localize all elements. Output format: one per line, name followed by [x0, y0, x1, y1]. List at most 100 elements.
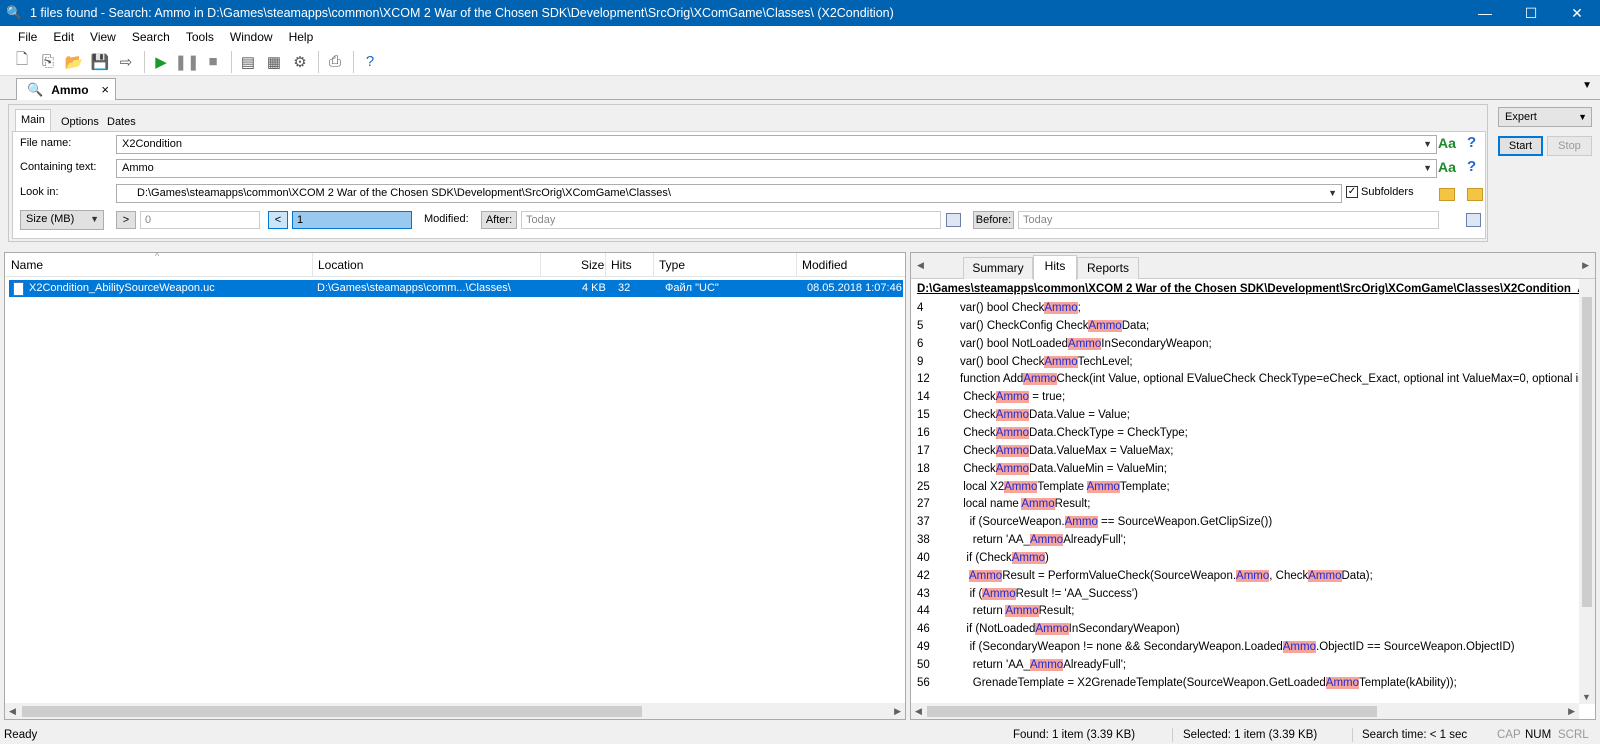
after-button[interactable]: After: [481, 211, 517, 229]
hit-line[interactable]: 49 if (SecondaryWeapon != none && Second… [911, 639, 1579, 657]
print-icon[interactable]: ⎙ [323, 50, 347, 74]
chevron-down-icon[interactable]: ▼ [90, 211, 99, 228]
help-icon[interactable]: ? [1467, 134, 1476, 151]
maximize-button[interactable]: ☐ [1508, 0, 1554, 26]
tab-summary[interactable]: Summary [963, 257, 1033, 279]
options-icon[interactable]: ⚙ [288, 50, 312, 74]
case-sensitive-icon[interactable]: Aa [1438, 135, 1456, 151]
stop-icon[interactable]: ■ [201, 50, 225, 74]
column-divider[interactable] [540, 253, 541, 277]
hit-line[interactable]: 6 var() bool NotLoadedAmmoInSecondaryWeap… [911, 336, 1579, 354]
scroll-left-icon[interactable]: ◀ [915, 706, 922, 717]
column-divider[interactable] [653, 253, 654, 277]
export-icon[interactable]: ⇨ [114, 50, 138, 74]
save-icon[interactable]: 💾 [88, 50, 112, 74]
minimize-button[interactable]: — [1462, 0, 1508, 26]
less-than-button[interactable]: < [268, 211, 288, 229]
menu-tools[interactable]: Tools [178, 30, 222, 44]
case-sensitive-icon[interactable]: Aa [1438, 159, 1456, 175]
scroll-thumb[interactable] [22, 706, 642, 717]
hit-line[interactable]: 43 if (AmmoResult != 'AA_Success') [911, 586, 1579, 604]
close-tab-icon[interactable]: × [101, 82, 109, 97]
menu-edit[interactable]: Edit [45, 30, 82, 44]
hit-line[interactable]: 42 AmmoResult = PerformValueCheck(Source… [911, 568, 1579, 586]
tabs-dropdown-icon[interactable]: ▼ [1582, 80, 1592, 91]
after-date-input[interactable]: Today [521, 211, 941, 229]
menu-search[interactable]: Search [124, 30, 178, 44]
menu-help[interactable]: Help [281, 30, 322, 44]
column-type[interactable]: Type [659, 258, 685, 272]
table-row[interactable]: X2Condition_AbilitySourceWeapon.uc D:\Ga… [9, 280, 903, 297]
column-modified[interactable]: Modified [802, 258, 847, 272]
menu-file[interactable]: File [10, 30, 45, 44]
column-divider[interactable] [796, 253, 797, 277]
pause-icon[interactable]: ❚❚ [174, 50, 199, 74]
chevron-down-icon[interactable]: ▼ [1423, 160, 1432, 177]
hit-line[interactable]: 5 var() CheckConfig CheckAmmoData; [911, 318, 1579, 336]
hit-line[interactable]: 44 return AmmoResult; [911, 603, 1579, 621]
subfolders-checkbox[interactable]: ✓ Subfolders [1346, 186, 1414, 198]
hit-line[interactable]: 16 CheckAmmoData.CheckType = CheckType; [911, 425, 1579, 443]
tab-reports[interactable]: Reports [1077, 257, 1139, 279]
calendar-icon[interactable] [1466, 213, 1481, 227]
calendar-icon[interactable] [946, 213, 961, 227]
new-search-icon[interactable]: 🗋 [10, 50, 34, 74]
browse-folder-icon[interactable] [1439, 188, 1455, 201]
containing-text-combo[interactable]: Ammo ▼ [116, 159, 1437, 178]
column-hits[interactable]: Hits [611, 258, 632, 272]
scroll-right-icon[interactable]: ▶ [894, 706, 901, 717]
look-in-combo[interactable]: D:\Games\steamapps\common\XCOM 2 War of … [116, 184, 1342, 203]
layout-icon[interactable]: ▤ [236, 50, 260, 74]
hit-line[interactable]: 14 CheckAmmo = true; [911, 389, 1579, 407]
start-button[interactable]: Start [1498, 136, 1543, 156]
size-min-input[interactable]: 0 [140, 211, 260, 229]
hit-line[interactable]: 38 return 'AA_AmmoAlreadyFull'; [911, 532, 1579, 550]
help-icon[interactable]: ? [1467, 158, 1476, 175]
file-path-link[interactable]: D:\Games\steamapps\common\XCOM 2 War of … [917, 283, 1587, 295]
chevron-down-icon[interactable]: ▼ [1423, 136, 1432, 153]
size-unit-select[interactable]: Size (MB) ▼ [20, 210, 104, 230]
column-divider[interactable] [605, 253, 606, 277]
chevron-down-icon[interactable]: ▼ [1578, 108, 1587, 126]
horizontal-scrollbar[interactable]: ◀ ▶ [911, 703, 1579, 719]
mode-select[interactable]: Expert ▼ [1498, 107, 1592, 127]
hit-line[interactable]: 25 local X2AmmoTemplate AmmoTemplate; [911, 479, 1579, 497]
scroll-thumb[interactable] [927, 706, 1377, 717]
hit-line[interactable]: 12 function AddAmmoCheck(int Value, optio… [911, 371, 1579, 389]
copy-icon[interactable]: ⎘ [36, 50, 60, 74]
tab-ammo-search[interactable]: 🔍 Ammo × [16, 78, 116, 100]
chevron-down-icon[interactable]: ▼ [1328, 185, 1337, 202]
hit-line[interactable]: 46 if (NotLoadedAmmoInSecondaryWeapon) [911, 621, 1579, 639]
close-button[interactable]: ✕ [1554, 0, 1600, 26]
tab-scroll-left-icon[interactable]: ◀ [917, 260, 924, 271]
stop-button[interactable]: Stop [1547, 136, 1592, 156]
hit-line[interactable]: 40 if (CheckAmmo) [911, 550, 1579, 568]
hit-line[interactable]: 4 var() bool CheckAmmo; [911, 300, 1579, 318]
hit-line[interactable]: 15 CheckAmmoData.Value = Value; [911, 407, 1579, 425]
help-book-icon[interactable]: ? [358, 50, 382, 74]
file-name-combo[interactable]: X2Condition ▼ [116, 135, 1437, 154]
scroll-left-icon[interactable]: ◀ [9, 706, 16, 717]
menu-window[interactable]: Window [222, 30, 281, 44]
tab-hits[interactable]: Hits [1033, 255, 1077, 280]
vertical-scrollbar[interactable]: ▼ [1579, 279, 1595, 704]
column-divider[interactable] [312, 253, 313, 277]
hit-line[interactable]: 9 var() bool CheckAmmoTechLevel; [911, 354, 1579, 372]
hit-line[interactable]: 18 CheckAmmoData.ValueMin = ValueMin; [911, 461, 1579, 479]
size-max-input[interactable]: 1 [292, 211, 412, 229]
open-icon[interactable]: 📂 [62, 50, 86, 74]
start-icon[interactable]: ▶ [149, 50, 173, 74]
hit-line[interactable]: 37 if (SourceWeapon.Ammo == SourceWeapon… [911, 514, 1579, 532]
multi-folder-icon[interactable] [1467, 188, 1483, 201]
hit-line[interactable]: 27 local name AmmoResult; [911, 496, 1579, 514]
horizontal-scrollbar[interactable]: ◀ ▶ [5, 703, 905, 719]
tab-main[interactable]: Main [15, 109, 51, 132]
scroll-down-icon[interactable]: ▼ [1582, 692, 1591, 702]
hit-line[interactable]: 56 GrenadeTemplate = X2GrenadeTemplate(S… [911, 675, 1579, 693]
tab-dates[interactable]: Dates [101, 111, 142, 131]
before-date-input[interactable]: Today [1018, 211, 1439, 229]
before-button[interactable]: Before: [973, 211, 1014, 229]
scroll-right-icon[interactable]: ▶ [1568, 706, 1575, 717]
window-icon[interactable]: ▦ [262, 50, 286, 74]
greater-than-button[interactable]: > [116, 211, 136, 229]
